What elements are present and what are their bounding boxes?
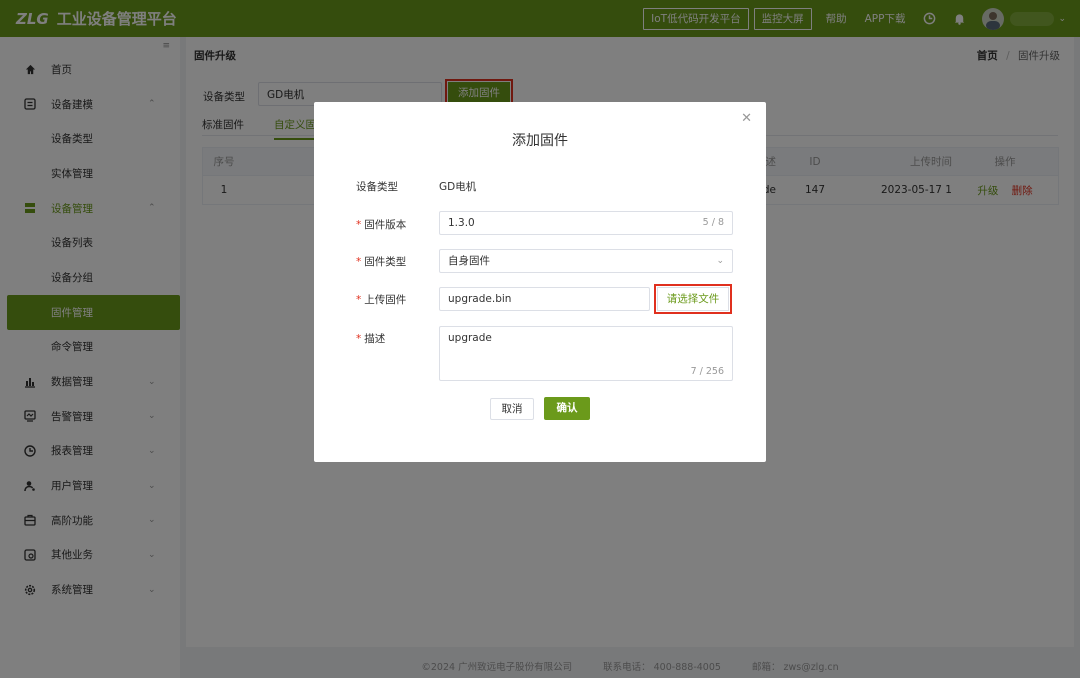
- firmware-version-label: * 固件版本: [356, 217, 406, 232]
- firmware-type-label: * 固件类型: [356, 254, 406, 269]
- description-label-text: 描述: [364, 333, 386, 345]
- char-counter: 5 / 8: [702, 217, 724, 228]
- firmware-version-label-text: 固件版本: [364, 219, 407, 231]
- required-mark: *: [356, 333, 362, 345]
- chevron-down-icon: ⌄: [716, 256, 724, 266]
- required-mark: *: [356, 256, 362, 268]
- description-value: upgrade: [448, 332, 492, 344]
- description-textarea[interactable]: upgrade 7 / 256: [439, 326, 733, 381]
- add-firmware-dialog: 添加固件 ✕ 设备类型 GD电机 * 固件版本 1.3.0 5 / 8 * 固件类型…: [314, 102, 766, 462]
- device-type-label: 设备类型: [356, 181, 398, 193]
- firmware-type-value: 自身固件: [448, 255, 490, 267]
- choose-file-button[interactable]: 请选择文件: [654, 284, 732, 314]
- required-mark: *: [356, 294, 362, 306]
- upload-firmware-label: * 上传固件: [356, 292, 406, 307]
- device-type-value: GD电机: [439, 181, 477, 193]
- dialog-title: 添加固件: [512, 133, 568, 149]
- upload-firmware-label-text: 上传固件: [364, 294, 407, 306]
- required-mark: *: [356, 219, 362, 231]
- char-counter: 7 / 256: [690, 366, 724, 377]
- upload-file-value: upgrade.bin: [448, 293, 512, 305]
- description-label: * 描述: [356, 331, 385, 346]
- firmware-type-select[interactable]: 自身固件 ⌄: [439, 249, 733, 273]
- confirm-button[interactable]: 确认: [544, 397, 590, 420]
- firmware-version-value: 1.3.0: [448, 217, 475, 229]
- firmware-version-input[interactable]: 1.3.0 5 / 8: [439, 211, 733, 235]
- firmware-type-label-text: 固件类型: [364, 256, 407, 268]
- close-icon[interactable]: ✕: [741, 111, 752, 126]
- cancel-button[interactable]: 取消: [490, 398, 534, 420]
- upload-file-input[interactable]: upgrade.bin: [439, 287, 650, 311]
